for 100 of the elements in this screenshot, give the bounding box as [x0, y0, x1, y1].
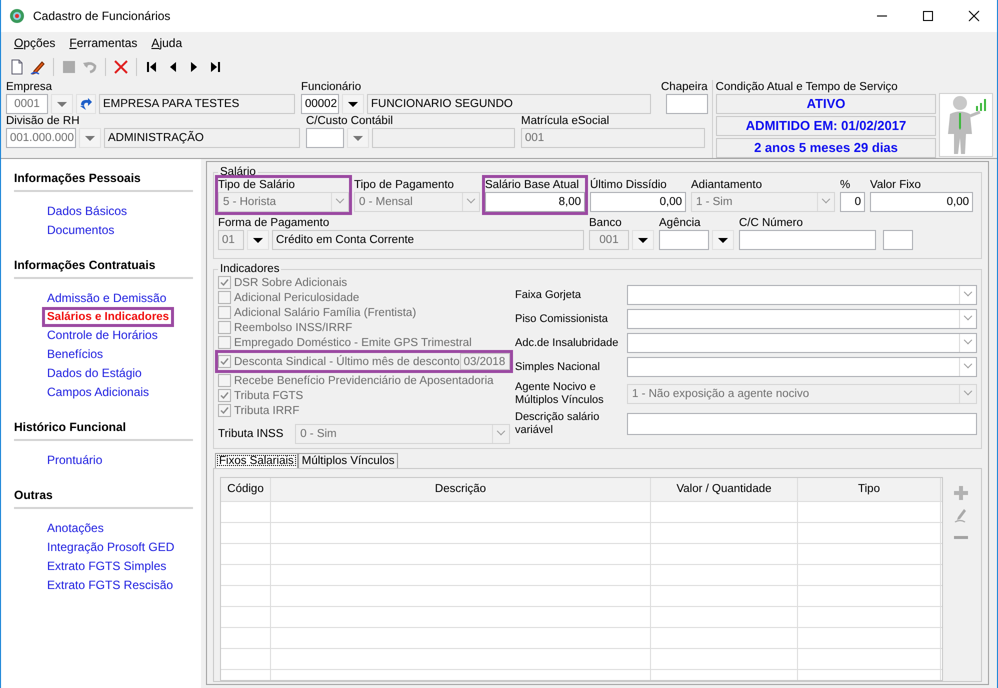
column-header[interactable]: Código: [221, 478, 271, 501]
input-field[interactable]: [883, 230, 913, 250]
input-field[interactable]: [739, 230, 876, 250]
field-label: Salário Base Atual: [485, 178, 580, 192]
input-field[interactable]: [659, 230, 709, 250]
column-header[interactable]: Valor / Quantidade: [651, 478, 798, 501]
input-field[interactable]: 001.000.000: [6, 128, 76, 148]
input-field: FUNCIONARIO SEGUNDO: [367, 94, 651, 114]
field-label: C/Custo Contábil: [306, 114, 394, 128]
close-icon[interactable]: [968, 10, 980, 22]
tab[interactable]: Fixos Salariais: [215, 453, 298, 468]
checkbox-label: Tributa IRRF: [234, 404, 300, 416]
input-field[interactable]: 01: [218, 230, 244, 250]
dropdown-button[interactable]: [712, 230, 734, 250]
field-label: Piso Comissionista: [515, 312, 609, 326]
figure-with-chart-button[interactable]: [939, 93, 993, 157]
sidebar-link[interactable]: Controle de Horários: [43, 326, 162, 345]
menu-item[interactable]: Ferramentas: [69, 36, 138, 50]
field-label: Agente Nocivo e Múltiplos Vínculos: [515, 381, 605, 407]
sidebar-link[interactable]: Dados do Estágio: [43, 364, 146, 383]
field-label: C/C Número: [739, 216, 804, 230]
checkbox[interactable]: [218, 321, 231, 334]
input-field: EMPRESA PARA TESTES: [99, 94, 295, 114]
sidebar-link[interactable]: Benefícios: [43, 345, 108, 364]
sidebar-heading: Informações Pessoais: [14, 171, 193, 192]
menu-item[interactable]: Ajuda: [151, 36, 182, 50]
field-label: Forma de Pagamento: [218, 216, 330, 230]
field-label: %: [840, 178, 852, 192]
checkbox-label: Empregado Doméstico - Emite GPS Trimestral: [234, 336, 472, 348]
delete-icon[interactable]: [113, 59, 129, 75]
dropdown-button[interactable]: [247, 230, 269, 250]
field-label: Último Dissídio: [590, 178, 668, 192]
field-label: Tributa INSS: [218, 428, 284, 440]
status-text: 2 anos 5 meses 29 dias: [716, 138, 936, 158]
checkbox[interactable]: [218, 291, 231, 304]
maximize-icon[interactable]: [922, 10, 934, 22]
checkbox-label: Recebe Benefício Previdenciário de Aposentadoria: [234, 374, 494, 386]
checkbox[interactable]: [218, 336, 231, 349]
field-label: Adc.de Insalubridade: [515, 336, 620, 350]
input-field[interactable]: 0,00: [870, 192, 973, 212]
select-field[interactable]: [627, 357, 977, 377]
select-field[interactable]: [627, 309, 977, 329]
checkbox[interactable]: [218, 389, 231, 402]
input-field[interactable]: [306, 128, 344, 148]
sidebar-heading: Histórico Funcional: [14, 420, 193, 441]
sidebar-link[interactable]: Admissão e Demissão: [43, 289, 170, 308]
field-label: Funcionário: [301, 80, 362, 94]
sidebar-link[interactable]: Dados Básicos: [43, 202, 132, 221]
sidebar-link[interactable]: Documentos: [43, 221, 118, 240]
checkbox[interactable]: [218, 276, 231, 289]
sidebar-heading: Informações Contratuais: [14, 258, 193, 279]
field-label: Chapeira: [661, 80, 708, 94]
checkbox[interactable]: [218, 374, 231, 387]
sidebar-link[interactable]: Extrato FGTS Rescisão: [43, 576, 178, 595]
sidebar-link[interactable]: Integração Prosoft GED: [43, 538, 178, 557]
sidebar-link[interactable]: Campos Adicionais: [43, 383, 154, 402]
group-title: Indicadores: [219, 263, 280, 275]
field-label: Banco: [589, 216, 623, 230]
dropdown-button[interactable]: [342, 94, 364, 114]
sidebar-link[interactable]: Extrato FGTS Simples: [43, 557, 170, 576]
input-field[interactable]: 0001: [6, 94, 48, 114]
group-title: Salário: [219, 166, 257, 178]
field-label: Condição Atual e Tempo de Serviço: [716, 80, 899, 94]
field-label: Tipo de Pagamento: [354, 178, 455, 192]
dropdown-button[interactable]: [632, 230, 654, 250]
field-label: Matrícula eSocial: [521, 114, 610, 128]
checkbox-label: Adicional Periculosidade: [234, 292, 360, 304]
column-header[interactable]: Tipo: [798, 478, 941, 501]
input-field[interactable]: [627, 413, 977, 435]
input-field[interactable]: [666, 94, 708, 114]
field-label: Tipo de Salário: [218, 178, 296, 192]
field-label: Empresa: [6, 80, 54, 94]
tab[interactable]: Múltiplos Vínculos: [298, 453, 398, 468]
checkbox[interactable]: [218, 306, 231, 319]
select-field[interactable]: [627, 333, 977, 353]
checkbox-label: DSR Sobre Adicionais: [234, 276, 348, 288]
sidebar-link[interactable]: Prontuário: [43, 451, 106, 470]
input-field[interactable]: 0: [840, 192, 865, 212]
app-icon: [9, 8, 25, 24]
checkbox-label: Adicional Salário Família (Frentista): [234, 306, 416, 318]
input-field: ADMINISTRAÇÃO: [104, 128, 300, 148]
checkbox-label: Tributa FGTS: [234, 390, 304, 402]
new-document-icon[interactable]: [9, 59, 25, 75]
sidebar-link[interactable]: Anotações: [43, 519, 108, 538]
status-text: ADMITIDO EM: 01/02/2017: [716, 116, 936, 136]
input-field[interactable]: 8,00: [485, 192, 585, 212]
checkbox-label: Reembolso INSS/IRRF: [234, 322, 352, 334]
column-header[interactable]: Descrição: [271, 478, 651, 501]
field-label: Descrição salário variável: [515, 411, 600, 437]
select-field[interactable]: [627, 285, 977, 305]
input-field[interactable]: 001: [589, 230, 629, 250]
sidebar-heading: Outras: [14, 488, 193, 509]
input-field[interactable]: 00002: [301, 94, 339, 114]
input-field[interactable]: 0,00: [590, 192, 686, 212]
menu-item[interactable]: Opções: [14, 36, 56, 50]
checkbox[interactable]: [218, 404, 231, 417]
pencil-icon[interactable]: [30, 59, 46, 75]
checkbox-label: Desconta Sindical - Último mês de desconto: [234, 356, 460, 368]
sidebar-link[interactable]: Salários e Indicadores: [42, 307, 174, 327]
refresh-button[interactable]: [76, 94, 96, 114]
